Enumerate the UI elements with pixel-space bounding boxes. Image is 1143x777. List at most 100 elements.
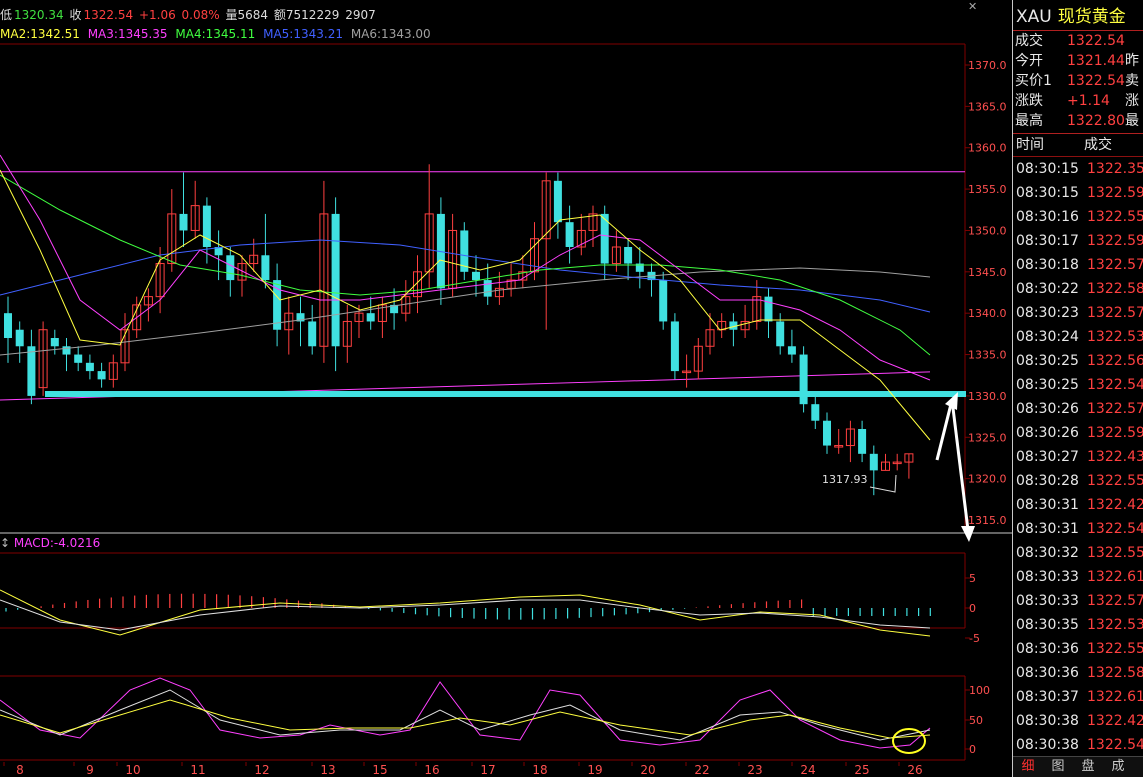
panel-tab[interactable]: 成 xyxy=(1103,757,1133,777)
tick-row[interactable]: 08:30:37 1322.61 xyxy=(1013,685,1143,709)
tick-time: 08:30:17 xyxy=(1016,233,1079,249)
price-axis-label: 1340.0 xyxy=(968,307,1007,320)
tick-row[interactable]: 08:30:18 1322.57 xyxy=(1013,253,1143,277)
candle-body-down xyxy=(331,213,340,347)
macd-value: MACD:-4.0216 xyxy=(13,536,101,550)
ticks-list[interactable]: 08:30:15 1322.35 08:30:15 1322.59 08:30:16 13… xyxy=(1013,157,1143,757)
tick-time: 08:30:26 xyxy=(1016,401,1079,417)
tick-row[interactable]: 08:30:23 1322.57 xyxy=(1013,301,1143,325)
arrow-down-head xyxy=(961,526,975,542)
tick-price: 1322.59 xyxy=(1087,425,1143,441)
low-value: 1320.34 xyxy=(14,8,64,22)
date-label: 12 xyxy=(254,763,269,777)
change-value: +1.06 xyxy=(138,8,176,22)
tick-row[interactable]: 08:30:31 1322.42 xyxy=(1013,493,1143,517)
tick-row[interactable]: 08:30:27 1322.43 xyxy=(1013,445,1143,469)
ma3-label: MA3:1345.35 xyxy=(87,27,168,41)
date-label: 23 xyxy=(747,763,762,777)
candle-body-down xyxy=(4,313,12,338)
tick-time: 08:30:25 xyxy=(1016,353,1079,369)
tick-row[interactable]: 08:30:31 1322.54 xyxy=(1013,517,1143,541)
date-label: 20 xyxy=(640,763,655,777)
tick-price: 1322.59 xyxy=(1087,185,1143,201)
tick-row[interactable]: 08:30:38 1322.42 xyxy=(1013,709,1143,733)
kline-chart-svg[interactable]: 1370.0 1365.0 1360.0 1355.0 1350.0 1345.0 1340… xyxy=(0,0,1012,777)
chart-area[interactable]: 1370.0 1365.0 1360.0 1355.0 1350.0 1345.0 1340… xyxy=(0,0,1012,777)
kdj-axis-label: 50 xyxy=(969,714,983,727)
price-axis-label: 1335.0 xyxy=(968,349,1007,362)
close-label: 收 xyxy=(69,8,82,22)
tick-row[interactable]: 08:30:25 1322.56 xyxy=(1013,349,1143,373)
kdj-axis-label: 100 xyxy=(969,684,990,697)
tick-time: 08:30:27 xyxy=(1016,449,1079,465)
tick-row[interactable]: 08:30:17 1322.59 xyxy=(1013,229,1143,253)
quote-row: 成交 1322.54 xyxy=(1013,31,1143,51)
low-label: 低 xyxy=(0,8,13,22)
quote-row-value: 1322.54 xyxy=(1067,73,1125,89)
tick-time: 08:30:22 xyxy=(1016,281,1079,297)
quote-row-extra: 卖 xyxy=(1125,73,1139,89)
tick-price: 1322.57 xyxy=(1087,401,1143,417)
tick-row[interactable]: 08:30:25 1322.54 xyxy=(1013,373,1143,397)
quote-row-extra: 最 xyxy=(1125,113,1139,129)
quote-row-value: 1321.44 xyxy=(1067,53,1125,69)
candle-body-down xyxy=(74,354,83,363)
panel-tab[interactable]: 图 xyxy=(1043,757,1073,777)
tick-row[interactable]: 08:30:15 1322.59 xyxy=(1013,181,1143,205)
tick-row[interactable]: 08:30:22 1322.58 xyxy=(1013,277,1143,301)
date-label: 13 xyxy=(320,763,335,777)
macd-axis-label: 0 xyxy=(969,602,976,615)
date-label: 17 xyxy=(480,763,495,777)
ma4-label: MA4:1345.11 xyxy=(175,27,256,41)
highlight-circle xyxy=(892,728,926,754)
tick-row[interactable]: 08:30:26 1322.57 xyxy=(1013,397,1143,421)
change-pct: 0.08% xyxy=(181,8,220,22)
candle-body-down xyxy=(823,420,831,446)
candle-body-down xyxy=(179,213,188,231)
candle-body-down xyxy=(659,280,668,322)
tick-row[interactable]: 08:30:33 1322.61 xyxy=(1013,565,1143,589)
ma2-label: MA2:1342.51 xyxy=(0,27,80,41)
moving-average-legend: MA2:1342.51 MA3:1345.35 MA4:1345.11 MA5:… xyxy=(0,27,435,43)
date-label: 18 xyxy=(532,763,547,777)
tick-row[interactable]: 08:30:38 1322.54 xyxy=(1013,733,1143,757)
candle-body-down xyxy=(15,329,24,347)
candle-body-down xyxy=(799,354,808,405)
tick-time: 08:30:26 xyxy=(1016,425,1079,441)
tick-price: 1322.57 xyxy=(1087,257,1143,273)
instrument-name: 现货黄金 xyxy=(1057,7,1126,27)
tick-row[interactable]: 08:30:26 1322.59 xyxy=(1013,421,1143,445)
candle-body-down xyxy=(869,453,878,471)
tick-row[interactable]: 08:30:36 1322.55 xyxy=(1013,637,1143,661)
price-axis-label: 1325.0 xyxy=(968,431,1007,444)
tick-price: 1322.53 xyxy=(1087,329,1143,345)
price-axis-label: 1330.0 xyxy=(968,390,1007,403)
tick-row[interactable]: 08:30:15 1322.35 xyxy=(1013,157,1143,181)
close-icon[interactable]: ✕ xyxy=(968,1,978,12)
panel-tab[interactable]: 盘 xyxy=(1073,757,1103,777)
tick-time: 08:30:15 xyxy=(1016,185,1079,201)
tick-row[interactable]: 08:30:36 1322.58 xyxy=(1013,661,1143,685)
price-axis-label: 1370.0 xyxy=(968,59,1007,72)
amount-value: 7512229 xyxy=(285,8,340,22)
tick-row[interactable]: 08:30:16 1322.55 xyxy=(1013,205,1143,229)
tick-row[interactable]: 08:30:28 1322.55 xyxy=(1013,469,1143,493)
quote-row-value: 1322.80 xyxy=(1067,113,1125,129)
ma6-label: MA6:1343.00 xyxy=(350,27,431,41)
tick-row[interactable]: 08:30:32 1322.55 xyxy=(1013,541,1143,565)
candle-body-down xyxy=(202,205,211,247)
tick-row[interactable]: 08:30:24 1322.53 xyxy=(1013,325,1143,349)
quote-row-label: 今开 xyxy=(1015,53,1043,69)
quote-row-label: 买价1 xyxy=(1015,73,1052,89)
tick-row[interactable]: 08:30:33 1322.57 xyxy=(1013,589,1143,613)
date-label: 26 xyxy=(907,763,922,777)
kdj-j-line xyxy=(0,677,931,749)
tick-price: 1322.54 xyxy=(1087,521,1143,537)
tick-price: 1322.55 xyxy=(1087,641,1143,657)
tick-row[interactable]: 08:30:35 1322.53 xyxy=(1013,613,1143,637)
tick-price: 1322.42 xyxy=(1087,713,1143,729)
date-label: 25 xyxy=(854,763,869,777)
panel-tab[interactable]: 细 xyxy=(1013,757,1043,777)
price-axis-label: 1360.0 xyxy=(968,142,1007,155)
quote-row-label: 成交 xyxy=(1015,33,1043,49)
